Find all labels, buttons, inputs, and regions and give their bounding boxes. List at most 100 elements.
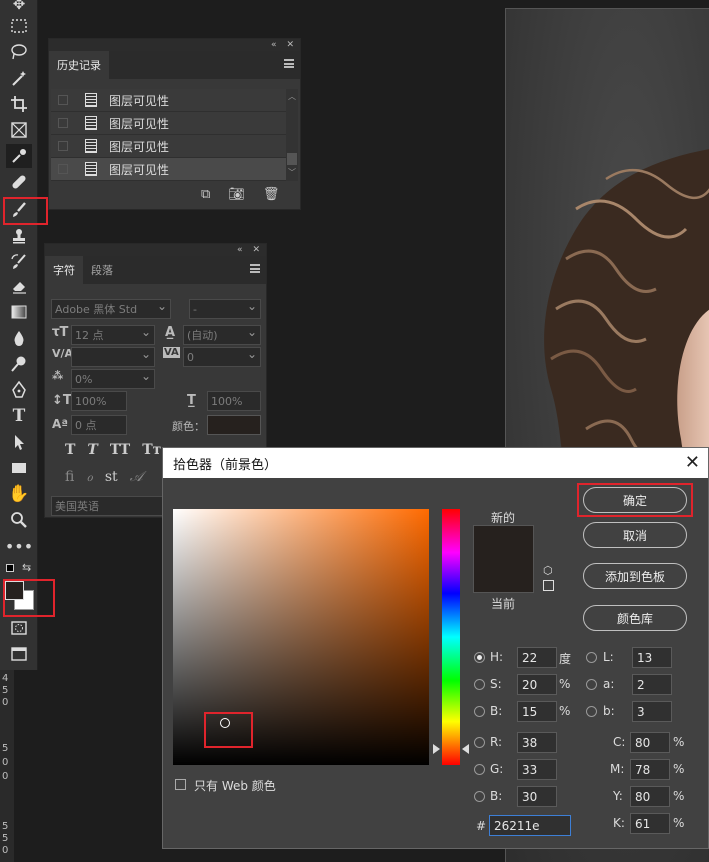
yellow-input[interactable]: 80: [630, 786, 670, 807]
hue-slider[interactable]: [442, 509, 460, 765]
hex-input[interactable]: 26211e: [489, 815, 571, 836]
pen-icon[interactable]: [6, 378, 32, 402]
ligature-button[interactable]: fi: [65, 469, 74, 485]
lab-l-radio[interactable]: [586, 652, 597, 663]
leading-select[interactable]: (自动): [183, 325, 261, 345]
tsume-select[interactable]: 0%: [71, 369, 155, 389]
history-brush-icon[interactable]: [6, 250, 32, 274]
quick-mask-icon[interactable]: [6, 616, 32, 640]
eyedropper-icon[interactable]: [6, 144, 32, 168]
panel-menu-icon[interactable]: [250, 264, 260, 273]
stylistic-button[interactable]: st: [105, 469, 118, 485]
tab-character[interactable]: 字符: [45, 256, 83, 284]
text-color-swatch[interactable]: [207, 415, 261, 435]
trash-icon[interactable]: 🗑︎: [263, 187, 280, 202]
brightness-input[interactable]: 15: [517, 701, 557, 722]
add-to-swatches-button[interactable]: 添加到色板: [583, 563, 687, 589]
font-family-select[interactable]: Adobe 黑体 Std: [51, 299, 171, 319]
gradient-icon[interactable]: [6, 300, 32, 324]
rectangle-icon[interactable]: [6, 456, 32, 480]
swash-button[interactable]: 𝒜: [130, 469, 143, 485]
web-safe-icon[interactable]: [543, 580, 554, 591]
checkbox[interactable]: [58, 141, 68, 151]
checkbox[interactable]: [58, 164, 68, 174]
history-item[interactable]: 图层可见性: [51, 135, 286, 158]
checkbox[interactable]: [58, 118, 68, 128]
hue-slider-right-arrow[interactable]: [462, 744, 469, 754]
blue-radio[interactable]: [474, 791, 485, 802]
color-libraries-button[interactable]: 颜色库: [583, 605, 687, 631]
screen-mode-icon[interactable]: [6, 642, 32, 666]
red-radio[interactable]: [474, 737, 485, 748]
lab-b-input[interactable]: 3: [632, 701, 672, 722]
history-item[interactable]: 图层可见性: [51, 89, 286, 112]
green-radio[interactable]: [474, 764, 485, 775]
lab-l-input[interactable]: 13: [632, 647, 672, 668]
swap-colors-icon[interactable]: ⇆: [22, 561, 31, 574]
saturation-input[interactable]: 20: [517, 674, 557, 695]
baseline-shift-input[interactable]: 0 点: [71, 415, 127, 435]
stamp-icon[interactable]: [6, 224, 32, 248]
faux-italic-button[interactable]: T: [87, 442, 97, 458]
vertical-scale-input[interactable]: 100%: [71, 391, 127, 411]
new-document-from-state-icon[interactable]: ⧉: [201, 187, 210, 202]
collapse-icon[interactable]: «: [237, 245, 243, 255]
blur-icon[interactable]: [6, 326, 32, 350]
hue-radio[interactable]: [474, 652, 485, 663]
collapse-icon[interactable]: «: [271, 40, 277, 50]
path-selection-icon[interactable]: [6, 430, 32, 454]
checkbox[interactable]: [58, 95, 68, 105]
tab-history[interactable]: 历史记录: [49, 51, 109, 79]
all-caps-button[interactable]: TT: [110, 442, 130, 458]
scroll-thumb[interactable]: [287, 153, 297, 165]
lasso-icon[interactable]: [6, 40, 32, 64]
red-input[interactable]: 38: [517, 732, 557, 753]
hue-input[interactable]: 22: [517, 647, 557, 668]
cancel-button[interactable]: 取消: [583, 522, 687, 548]
history-item[interactable]: 图层可见性: [51, 112, 286, 135]
web-only-checkbox[interactable]: [175, 779, 186, 790]
magenta-input[interactable]: 78: [630, 759, 670, 780]
camera-icon[interactable]: 📷︎: [228, 187, 245, 202]
brightness-radio[interactable]: [474, 706, 485, 717]
alternate-ligature-button[interactable]: ℴ: [86, 469, 92, 485]
hue-slider-left-arrow[interactable]: [433, 744, 440, 754]
scroll-up-icon[interactable]: ︿: [288, 91, 296, 102]
zoom-icon[interactable]: [6, 508, 32, 532]
history-item[interactable]: 图层可见性: [51, 158, 286, 181]
language-select[interactable]: 美国英语: [51, 496, 167, 516]
green-input[interactable]: 33: [517, 759, 557, 780]
current-color-swatch[interactable]: [473, 559, 534, 593]
scroll-down-icon[interactable]: ﹀: [288, 167, 296, 178]
tab-paragraph[interactable]: 段落: [83, 256, 121, 284]
crop-icon[interactable]: [6, 92, 32, 116]
close-icon[interactable]: ✕: [252, 245, 260, 255]
frame-icon[interactable]: [6, 118, 32, 142]
healing-brush-icon[interactable]: [6, 170, 32, 194]
lab-b-radio[interactable]: [586, 706, 597, 717]
eraser-icon[interactable]: [6, 274, 32, 298]
close-icon[interactable]: ✕: [286, 40, 294, 50]
scrollbar[interactable]: ︿ ﹀: [286, 89, 298, 181]
magic-wand-icon[interactable]: [6, 66, 32, 90]
cube-icon[interactable]: ⬡: [543, 564, 553, 577]
lab-a-input[interactable]: 2: [632, 674, 672, 695]
close-icon[interactable]: ✕: [685, 452, 700, 473]
marquee-icon[interactable]: [6, 14, 32, 38]
horizontal-scale-input[interactable]: 100%: [207, 391, 261, 411]
saturation-radio[interactable]: [474, 679, 485, 690]
dodge-icon[interactable]: [6, 352, 32, 376]
font-size-select[interactable]: 12 点: [71, 325, 155, 345]
blue-input[interactable]: 30: [517, 786, 557, 807]
tracking-select[interactable]: 0: [183, 347, 261, 367]
more-tools-icon[interactable]: •••: [5, 534, 33, 558]
lab-a-radio[interactable]: [586, 679, 597, 690]
faux-bold-button[interactable]: T: [65, 442, 75, 458]
type-icon[interactable]: T: [6, 404, 32, 428]
cyan-input[interactable]: 80: [630, 732, 670, 753]
font-style-select[interactable]: -: [189, 299, 261, 319]
kerning-select[interactable]: [71, 347, 155, 367]
small-caps-button[interactable]: Tт: [142, 442, 161, 458]
default-colors-icon[interactable]: [6, 564, 14, 572]
hand-icon[interactable]: ✋: [6, 482, 32, 506]
